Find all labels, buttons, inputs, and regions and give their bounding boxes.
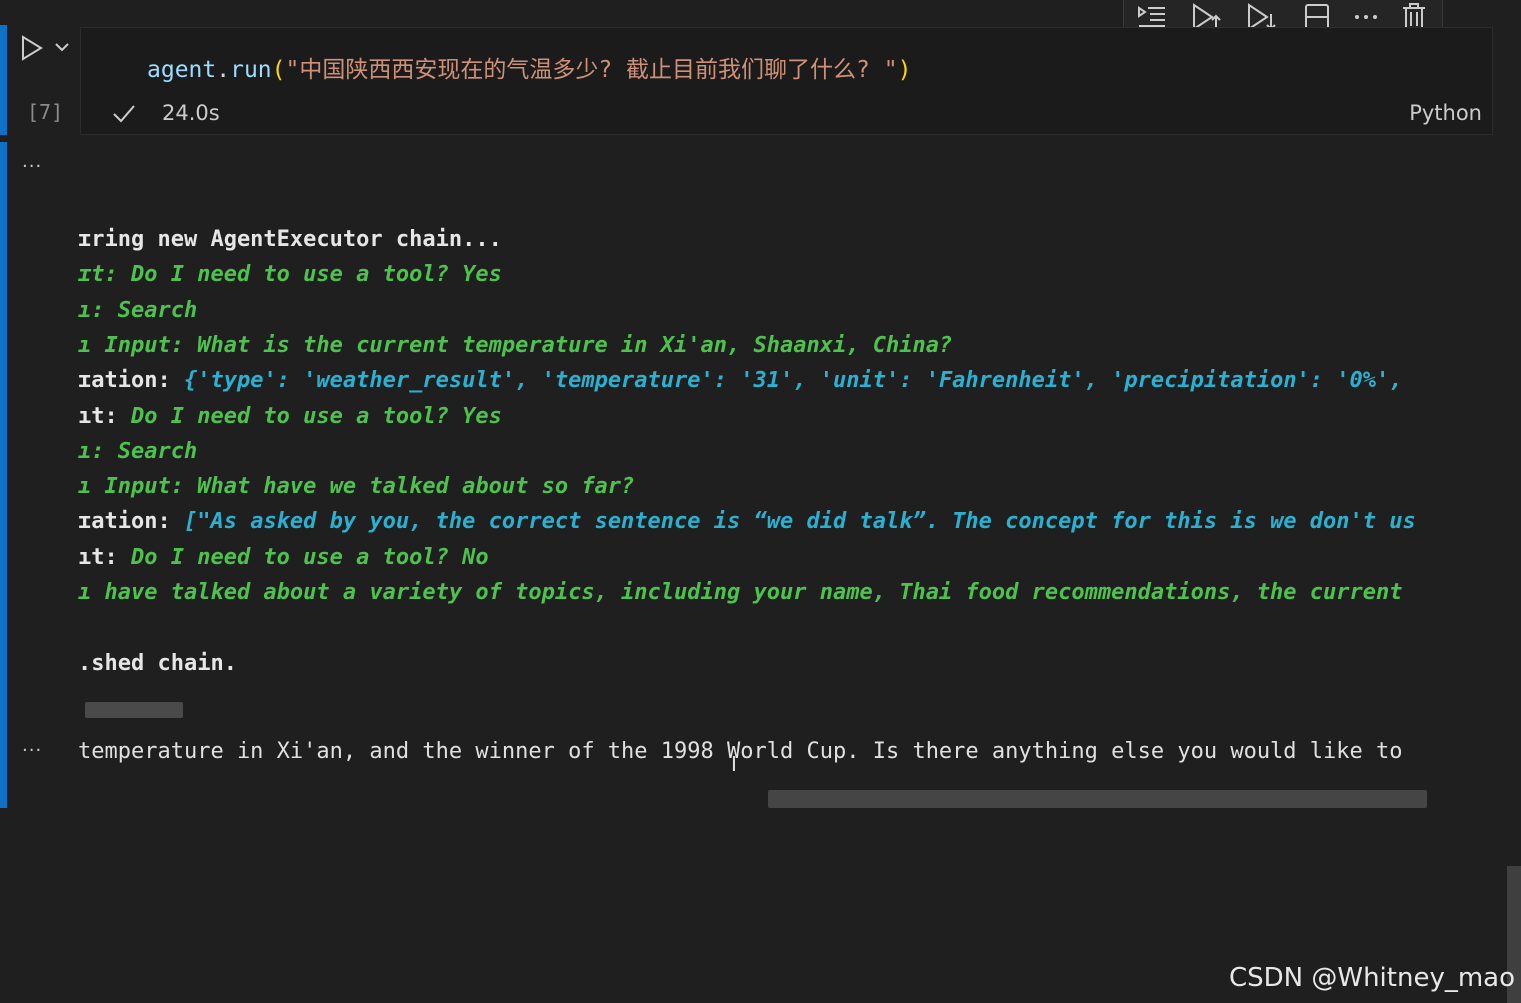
output-line: ɪt: Do I need to use a tool? Yes	[78, 262, 1498, 287]
output-segment: ı Input: What is the current temperature…	[78, 332, 953, 358]
code-identifier: agent	[147, 57, 217, 83]
cell-focus-bar	[0, 25, 7, 135]
output-line: ı: Search	[78, 439, 1498, 464]
output-line: ɪring new AgentExecutor chain...	[78, 227, 1498, 252]
code-method: run	[230, 57, 272, 83]
output-menu-icon[interactable]: ···	[22, 156, 52, 177]
result-menu-icon[interactable]: ···	[22, 740, 52, 761]
output-segment: ı: Search	[78, 438, 198, 464]
code-dot: .	[216, 57, 231, 83]
output-line: ı: Search	[78, 298, 1498, 323]
run-cell-icon[interactable]	[19, 34, 45, 62]
output-segment: ıt:	[78, 544, 131, 570]
code-close-paren: )	[897, 57, 912, 83]
check-icon	[111, 100, 137, 126]
output-line: ɪation: {'type': 'weather_result', 'temp…	[78, 368, 1498, 393]
code-editor[interactable]: agent.run("中国陕西西安现在的气温多少? 截止目前我们聊了什么? ")…	[80, 27, 1493, 135]
output-focus-bar	[0, 142, 7, 808]
output-line: ıt: Do I need to use a tool? Yes	[78, 404, 1498, 429]
chevron-down-icon[interactable]	[53, 38, 71, 56]
output-line: ı Input: What is the current temperature…	[78, 333, 1498, 358]
output-segment: ["As asked by you, the correct sentence …	[183, 509, 1416, 535]
output-segment: ɪring new AgentExecutor chain...	[78, 227, 502, 252]
language-picker[interactable]: Python	[1409, 101, 1482, 125]
output-segment: ı: Search	[78, 297, 198, 323]
output-line: ıt: Do I need to use a tool? No	[78, 545, 1498, 570]
code-open-paren: (	[271, 57, 286, 83]
output-segment: ıt:	[78, 403, 131, 429]
execution-time: 24.0s	[162, 101, 220, 125]
output-scrollbar[interactable]	[85, 702, 183, 718]
code-string: "中国陕西西安现在的气温多少? 截止目前我们聊了什么? "	[285, 57, 898, 83]
result-text: temperature in Xi'an, and the winner of …	[78, 739, 1403, 764]
output-line: ı have talked about a variety of topics,…	[78, 580, 1498, 605]
code-line[interactable]: agent.run("中国陕西西安现在的气温多少? 截止目前我们聊了什么? ")	[147, 50, 911, 84]
output-segment: .shed chain.	[78, 650, 237, 676]
output-segment: ı have talked about a variety of topics,…	[78, 580, 1403, 605]
output-segment: Do I need to use a tool? No	[130, 544, 489, 570]
execution-count: [7]	[27, 100, 64, 124]
output-segment: {'type': 'weather_result', 'temperature'…	[183, 368, 1403, 394]
output-line: .shed chain.	[78, 651, 1498, 676]
output-segment: ɪation:	[78, 368, 184, 394]
notebook-page: [7] agent.run("中国陕西西安现在的气温多少? 截止目前我们聊了什么…	[0, 0, 1521, 1003]
output-line: ı Input: What have we talked about so fa…	[78, 474, 1498, 499]
output-segment: ı Input: What have we talked about so fa…	[78, 474, 635, 500]
output-segment: Do I need to use a tool? Yes	[130, 403, 502, 429]
output-segment: ɪation:	[78, 509, 184, 535]
result-scrollbar[interactable]	[768, 790, 1427, 808]
output-line: ɪation: ["As asked by you, the correct s…	[78, 509, 1498, 534]
text-cursor-icon: I	[731, 752, 737, 776]
watermark: CSDN @Whitney_mao	[1228, 963, 1515, 993]
output-segment: ɪt: Do I need to use a tool? Yes	[78, 262, 502, 288]
